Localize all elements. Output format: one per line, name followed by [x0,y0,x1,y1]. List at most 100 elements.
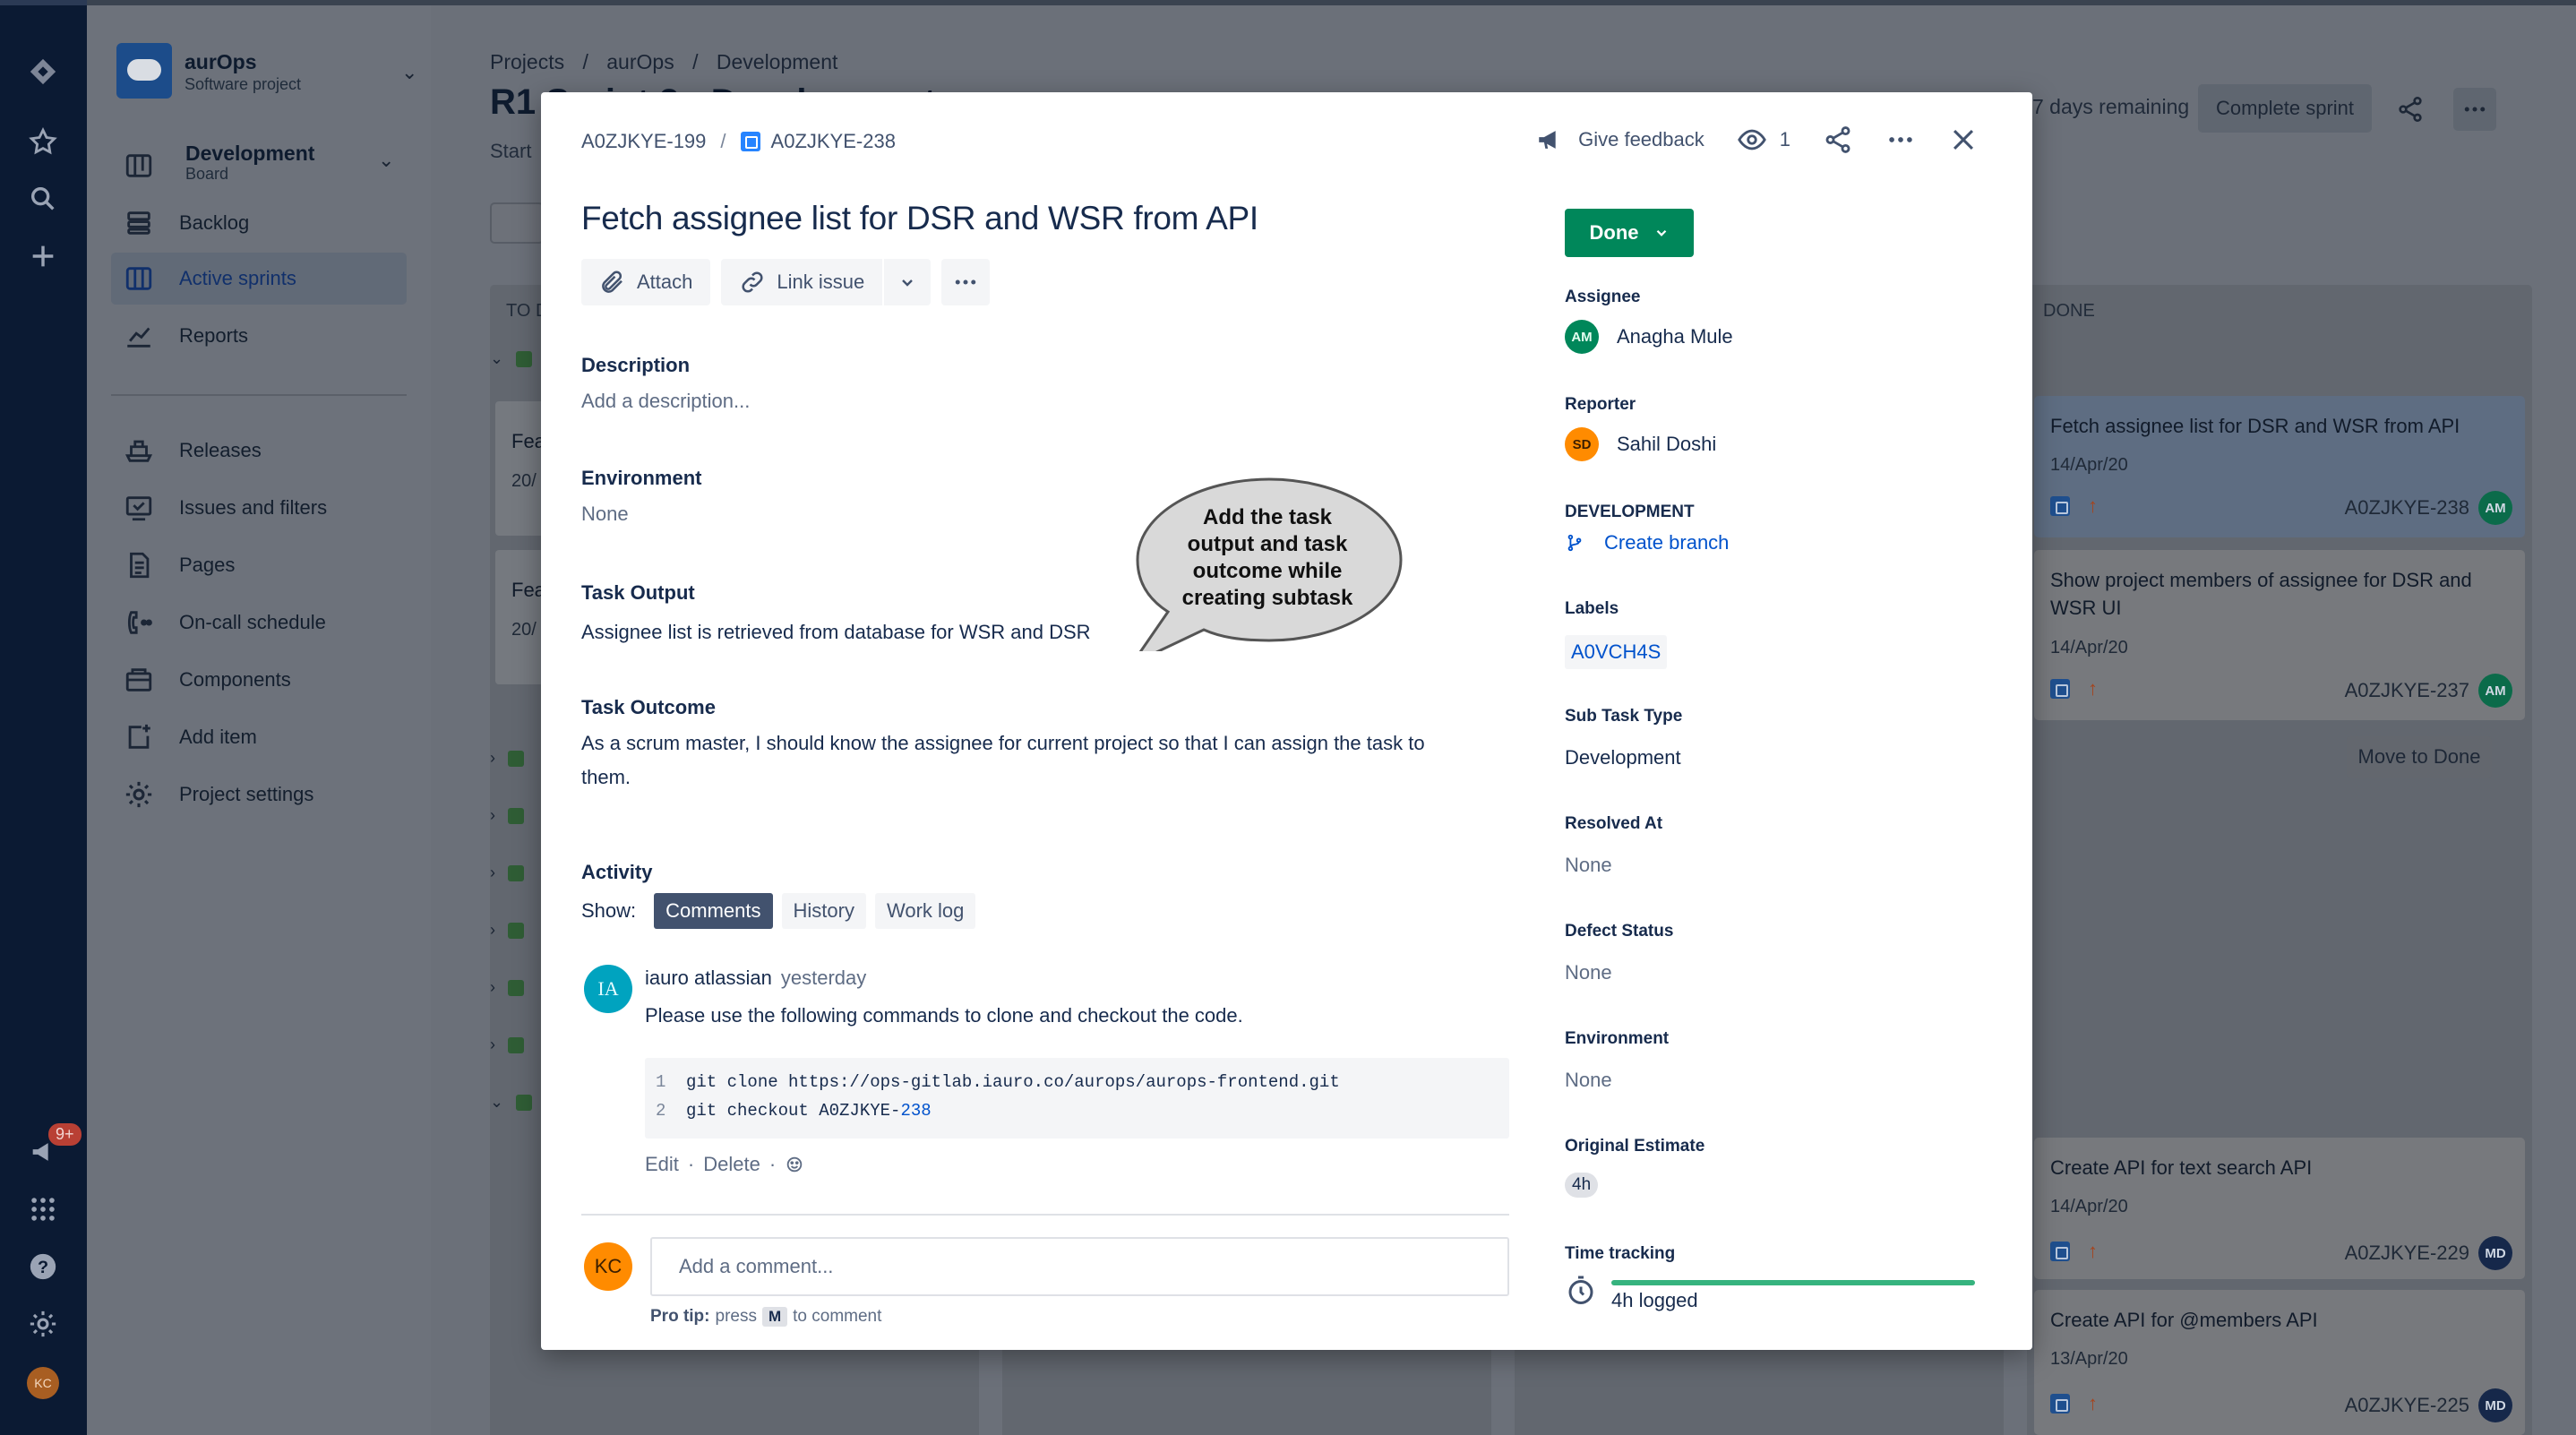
parent-issue-link[interactable]: A0ZJKYE-199 [581,130,706,153]
original-estimate-field[interactable]: 4h [1565,1173,1599,1198]
breadcrumb-projects[interactable]: Projects [490,50,564,73]
sidebar-item-label: Backlog [179,211,250,234]
complete-sprint-button[interactable]: Complete sprint [2198,84,2372,133]
sidebar-item-active-sprints[interactable]: Active sprints [111,253,407,305]
swimlane-toggle[interactable]: › [490,921,524,940]
chevron-down-icon [1656,229,1666,236]
environment-detail-field[interactable]: None [1565,1069,1612,1092]
reporter-field[interactable]: SD Sahil Doshi [1565,427,1716,461]
time-tracking-field[interactable]: 4h logged [1565,1269,1986,1314]
more-icon[interactable] [2453,88,2496,131]
swimlane-toggle[interactable]: › [490,978,524,997]
current-user-avatar: KC [584,1242,632,1291]
star-icon[interactable] [23,122,63,161]
issue-key-link[interactable]: A0ZJKYE-238 [771,130,896,153]
breadcrumb-project[interactable]: aurOps [606,50,674,73]
comment-avatar[interactable]: IA [584,965,632,1013]
column-header: DONE [2043,301,2095,321]
activity-label: Activity [581,861,653,883]
create-branch-link[interactable]: Create branch [1565,531,1729,554]
move-to-done-button[interactable]: Move to Done [2347,736,2492,778]
jira-logo-icon[interactable] [23,52,63,91]
subtask-type-field[interactable]: Development [1565,746,1681,769]
done-card[interactable]: Create API for text search API 14/Apr/20… [2034,1138,2525,1279]
link-issue-group: Link issue [721,259,932,305]
breadcrumb-board[interactable]: Development [717,50,838,73]
assignee-avatar: MD [2478,1388,2512,1422]
sidebar-divider [111,394,407,396]
settings-gear-icon[interactable] [23,1304,63,1344]
notification-badge: 9+ [48,1123,82,1146]
chevron-down-icon[interactable]: ⌄ [401,61,417,84]
sidebar-item-add-item[interactable]: Add item [111,711,407,763]
watcher-count: 1 [1779,128,1790,150]
share-button[interactable] [1823,125,1853,155]
tab-history[interactable]: History [781,893,866,929]
defect-status-field[interactable]: None [1565,961,1612,984]
components-icon [125,668,152,692]
link-issue-button[interactable]: Link issue [721,259,883,305]
create-plus-icon[interactable] [23,236,63,276]
sidebar-item-reports[interactable]: Reports [111,310,407,362]
resolved-field[interactable]: None [1565,854,1612,877]
comment-author[interactable]: iauro atlassian [645,967,772,989]
board-chevron-down-icon[interactable]: ⌄ [378,149,394,172]
delete-comment-link[interactable]: Delete [703,1153,760,1176]
project-switcher[interactable]: aurOps Software project ⌄ [116,41,417,106]
code-line: 1 git clone https://ops-gitlab.iauro.co/… [656,1072,1340,1092]
assignee-field[interactable]: AM Anagha Mule [1565,320,1733,354]
sidebar-item-issues-filters[interactable]: Issues and filters [111,482,407,534]
original-estimate-label: Original Estimate [1565,1137,1705,1156]
add-comment-input[interactable]: Add a comment... [650,1237,1509,1296]
description-field[interactable]: Add a description... [581,384,750,418]
issue-title[interactable]: Fetch assignee list for DSR and WSR from… [581,200,1258,237]
sidebar-item-backlog[interactable]: Backlog [111,197,407,249]
tab-comments[interactable]: Comments [654,893,773,929]
link-dropdown-button[interactable] [884,259,932,305]
board-search-input[interactable] [490,202,544,244]
sidebar-item-components[interactable]: Components [111,654,407,706]
environment-field[interactable]: None [581,497,629,531]
help-icon[interactable]: ? [23,1247,63,1286]
app-switcher-icon[interactable] [23,1190,63,1229]
status-dropdown-button[interactable]: Done [1565,209,1694,257]
sidebar-item-label: Project settings [179,783,314,805]
sidebar-item-on-call[interactable]: On-call schedule [111,597,407,649]
sidebar-item-project-settings[interactable]: Project settings [111,769,407,821]
done-card[interactable]: Create API for @members API 13/Apr/20 ↑ … [2034,1290,2525,1435]
label-chip[interactable]: A0VCH4S [1565,635,1668,669]
done-card[interactable]: Fetch assignee list for DSR and WSR from… [2034,396,2525,537]
sidebar-item-releases[interactable]: Releases [111,425,407,477]
add-reaction-icon[interactable] [785,1155,804,1174]
card-date: 14/Apr/20 [2050,638,2128,657]
swimlane-toggle[interactable]: › [490,864,524,882]
sidebar-item-pages[interactable]: Pages [111,539,407,591]
more-actions-button[interactable] [1885,125,1916,155]
share-icon[interactable] [2389,88,2432,131]
swimlane-toggle[interactable]: › [490,1035,524,1054]
priority-up-icon: ↑ [2088,677,2098,700]
attach-button[interactable]: Attach [581,259,711,305]
close-button[interactable] [1948,125,1979,155]
swimlane-toggle[interactable]: › [490,806,524,825]
search-icon[interactable] [23,179,63,219]
swimlane-toggle[interactable]: ⌄ [490,1093,533,1112]
watch-button[interactable]: 1 [1737,125,1790,155]
time-tracking-fill [1611,1280,1975,1285]
task-output-field[interactable]: Assignee list is retrieved from database… [581,615,1091,649]
tab-work-log[interactable]: Work log [874,893,976,929]
swimlane-toggle[interactable]: › [490,749,524,768]
edit-comment-link[interactable]: Edit [645,1153,679,1176]
give-feedback-button[interactable]: Give feedback [1535,125,1704,155]
board-icon [125,154,152,177]
global-nav: 9+ ? KC [0,0,87,1435]
more-actions-button[interactable] [941,259,991,305]
svg-text:?: ? [38,1258,48,1277]
on-call-icon [127,611,152,634]
issue-modal: A0ZJKYE-199 / A0ZJKYE-238 Give feedback … [541,92,2032,1350]
user-avatar[interactable]: KC [27,1367,59,1399]
breadcrumb: Projects / aurOps / Development [490,50,838,73]
swimlane-toggle[interactable]: ⌄ [490,349,533,368]
done-card[interactable]: Show project members of assignee for DSR… [2034,550,2525,720]
task-outcome-field[interactable]: As a scrum master, I should know the ass… [581,726,1425,795]
